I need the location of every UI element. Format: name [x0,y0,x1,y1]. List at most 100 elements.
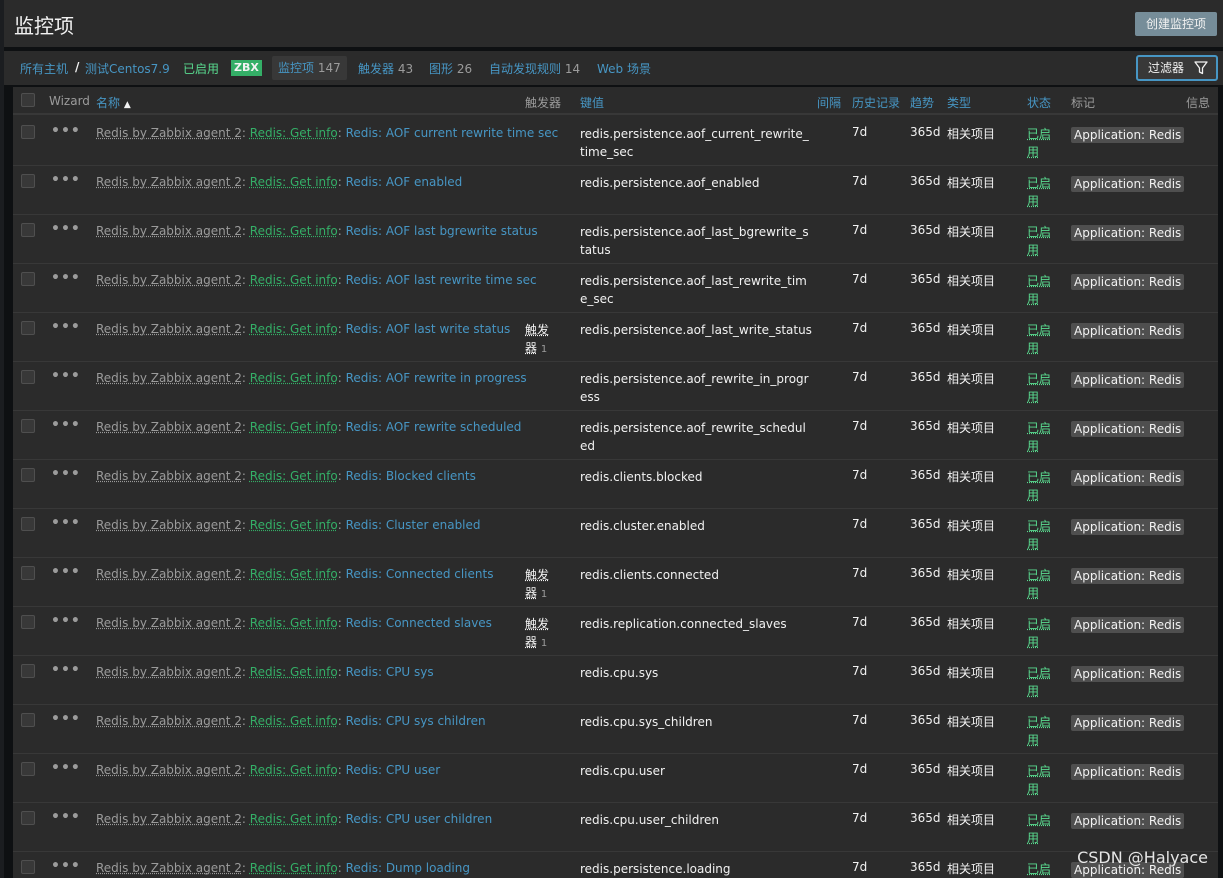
item-tag[interactable]: Application: Redis [1071,470,1185,486]
item-name-link[interactable]: Redis: AOF current rewrite time sec [346,126,559,140]
more-actions-icon[interactable]: ••• [51,809,81,825]
tab-web-scenarios[interactable]: Web 场景 [597,60,651,77]
tab-items[interactable]: 监控项 147 [272,56,347,80]
more-actions-icon[interactable]: ••• [51,466,81,482]
item-status-toggle[interactable]: 已启用 [1027,174,1055,210]
template-link[interactable]: Redis by Zabbix agent 2 [96,469,242,483]
col-key-sort[interactable]: 键值 [580,94,604,111]
item-name-link[interactable]: Redis: AOF last bgrewrite status [346,224,538,238]
create-item-button[interactable]: 创建监控项 [1134,12,1217,36]
master-item-link[interactable]: Redis: Get info [250,567,338,581]
item-status-toggle[interactable]: 已启用 [1027,370,1055,406]
master-item-link[interactable]: Redis: Get info [250,322,338,336]
item-tag[interactable]: Application: Redis [1071,323,1185,339]
row-checkbox[interactable] [21,615,35,629]
item-name-link[interactable]: Redis: CPU sys [346,665,434,679]
template-link[interactable]: Redis by Zabbix agent 2 [96,273,242,287]
item-status-toggle[interactable]: 已启用 [1027,125,1055,161]
item-status-toggle[interactable]: 已启用 [1027,811,1055,847]
template-link[interactable]: Redis by Zabbix agent 2 [96,861,242,875]
col-status-sort[interactable]: 状态 [1027,94,1051,111]
row-checkbox[interactable] [21,419,35,433]
more-actions-icon[interactable]: ••• [51,515,81,531]
item-name-link[interactable]: Redis: Dump loading [346,861,470,875]
host-link[interactable]: 测试Centos7.9 [85,60,170,77]
more-actions-icon[interactable]: ••• [51,711,81,727]
row-checkbox[interactable] [21,762,35,776]
master-item-link[interactable]: Redis: Get info [250,175,338,189]
filter-toggle-button[interactable]: 过滤器 [1136,55,1218,81]
item-status-toggle[interactable]: 已启用 [1027,566,1055,602]
item-tag[interactable]: Application: Redis [1071,764,1185,780]
item-name-link[interactable]: Redis: Cluster enabled [346,518,481,532]
item-tag[interactable]: Application: Redis [1071,176,1185,192]
template-link[interactable]: Redis by Zabbix agent 2 [96,420,242,434]
col-history-sort[interactable]: 历史记录 [852,94,900,111]
col-trends-sort[interactable]: 趋势 [910,94,934,111]
item-tag[interactable]: Application: Redis [1071,127,1185,143]
template-link[interactable]: Redis by Zabbix agent 2 [96,371,242,385]
item-name-link[interactable]: Redis: AOF last rewrite time sec [346,273,537,287]
item-status-toggle[interactable]: 已启用 [1027,762,1055,798]
item-status-toggle[interactable]: 已启用 [1027,860,1055,878]
row-checkbox[interactable] [21,223,35,237]
more-actions-icon[interactable]: ••• [51,221,81,237]
item-name-link[interactable]: Redis: AOF rewrite scheduled [346,420,522,434]
more-actions-icon[interactable]: ••• [51,662,81,678]
item-tag[interactable]: Application: Redis [1071,421,1185,437]
more-actions-icon[interactable]: ••• [51,564,81,580]
row-checkbox[interactable] [21,664,35,678]
row-checkbox[interactable] [21,811,35,825]
item-status-toggle[interactable]: 已启用 [1027,321,1055,357]
more-actions-icon[interactable]: ••• [51,319,81,335]
item-tag[interactable]: Application: Redis [1071,813,1185,829]
master-item-link[interactable]: Redis: Get info [250,273,338,287]
item-name-link[interactable]: Redis: CPU sys children [346,714,486,728]
template-link[interactable]: Redis by Zabbix agent 2 [96,812,242,826]
master-item-link[interactable]: Redis: Get info [250,714,338,728]
master-item-link[interactable]: Redis: Get info [250,371,338,385]
template-link[interactable]: Redis by Zabbix agent 2 [96,322,242,336]
item-status-toggle[interactable]: 已启用 [1027,419,1055,455]
item-status-toggle[interactable]: 已启用 [1027,223,1055,259]
row-checkbox[interactable] [21,468,35,482]
item-tag[interactable]: Application: Redis [1071,617,1185,633]
item-status-toggle[interactable]: 已启用 [1027,272,1055,308]
template-link[interactable]: Redis by Zabbix agent 2 [96,224,242,238]
more-actions-icon[interactable]: ••• [51,172,81,188]
tab-discovery-rules[interactable]: 自动发现规则 14 [489,60,580,77]
item-name-link[interactable]: Redis: AOF enabled [346,175,463,189]
item-name-link[interactable]: Redis: AOF last write status [346,322,511,336]
more-actions-icon[interactable]: ••• [51,270,81,286]
item-tag[interactable]: Application: Redis [1071,519,1185,535]
tab-graphs[interactable]: 图形 26 [429,60,472,77]
row-checkbox[interactable] [21,860,35,874]
item-tag[interactable]: Application: Redis [1071,225,1185,241]
row-checkbox[interactable] [21,272,35,286]
master-item-link[interactable]: Redis: Get info [250,861,338,875]
more-actions-icon[interactable]: ••• [51,613,81,629]
row-checkbox[interactable] [21,125,35,139]
item-name-link[interactable]: Redis: Connected clients [346,567,494,581]
template-link[interactable]: Redis by Zabbix agent 2 [96,567,242,581]
item-tag[interactable]: Application: Redis [1071,666,1185,682]
master-item-link[interactable]: Redis: Get info [250,126,338,140]
master-item-link[interactable]: Redis: Get info [250,616,338,630]
more-actions-icon[interactable]: ••• [51,368,81,384]
master-item-link[interactable]: Redis: Get info [250,518,338,532]
item-name-link[interactable]: Redis: Connected slaves [346,616,492,630]
item-status-toggle[interactable]: 已启用 [1027,664,1055,700]
template-link[interactable]: Redis by Zabbix agent 2 [96,126,242,140]
item-status-toggle[interactable]: 已启用 [1027,517,1055,553]
master-item-link[interactable]: Redis: Get info [250,665,338,679]
template-link[interactable]: Redis by Zabbix agent 2 [96,763,242,777]
item-name-link[interactable]: Redis: AOF rewrite in progress [346,371,527,385]
master-item-link[interactable]: Redis: Get info [250,224,338,238]
item-status-toggle[interactable]: 已启用 [1027,615,1055,651]
item-name-link[interactable]: Redis: CPU user children [346,812,493,826]
item-tag[interactable]: Application: Redis [1071,715,1185,731]
item-status-toggle[interactable]: 已启用 [1027,713,1055,749]
item-tag[interactable]: Application: Redis [1071,372,1185,388]
host-status-enabled[interactable]: 已启用 [183,60,219,77]
more-actions-icon[interactable]: ••• [51,417,81,433]
